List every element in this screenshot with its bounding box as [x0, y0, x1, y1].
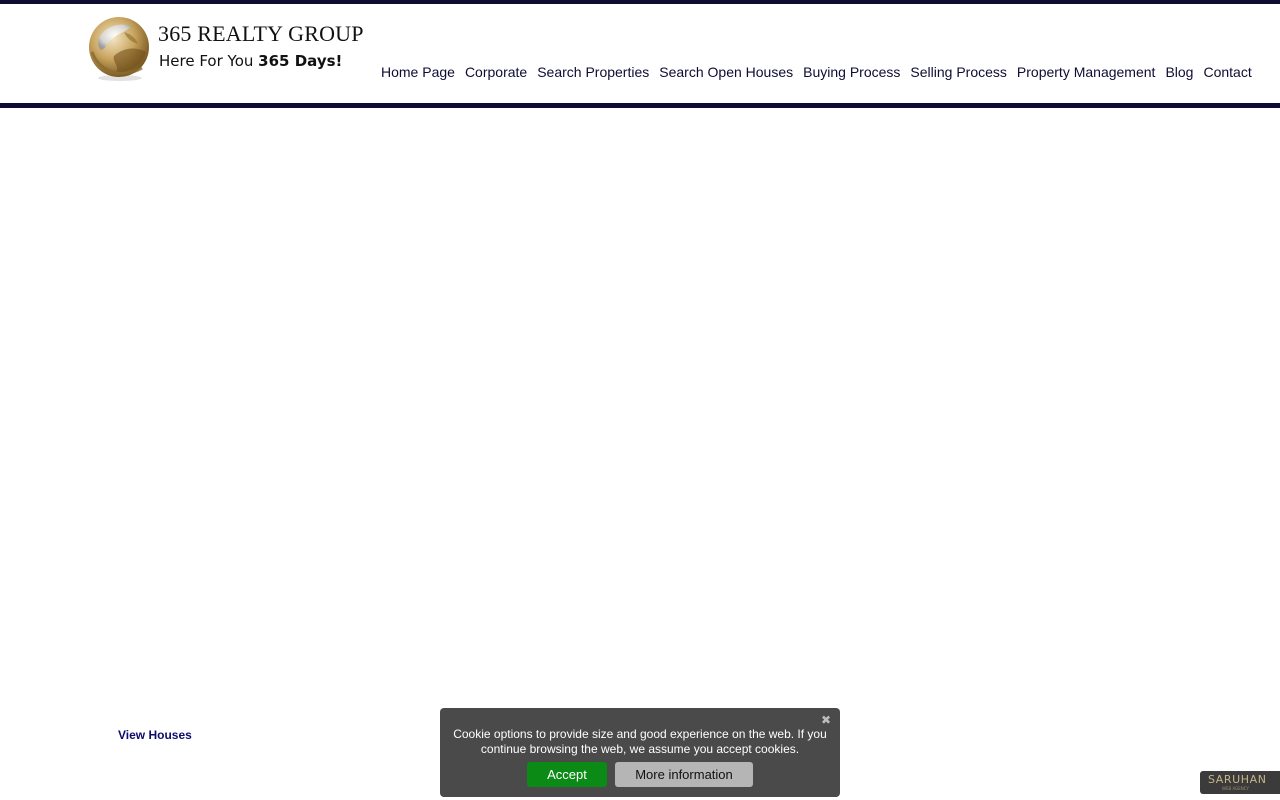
brand-tagline: Here For You 365 Days!	[159, 52, 342, 70]
main-content: View Houses	[0, 108, 1280, 800]
agency-badge-sub: WEB AGENCY	[1222, 786, 1249, 791]
brand-tagline-bold: 365 Days!	[258, 52, 343, 70]
nav-item-search-properties[interactable]: Search Properties	[532, 61, 654, 83]
globe-icon	[89, 17, 149, 81]
site-header: 365 REALTY GROUP Here For You 365 Days! …	[0, 4, 1280, 104]
brand-tagline-prefix: Here For You	[159, 52, 259, 70]
nav-item-home-page[interactable]: Home Page	[376, 61, 460, 83]
site-logo[interactable]: 365 REALTY GROUP Here For You 365 Days!	[84, 12, 364, 84]
nav-item-selling-process[interactable]: Selling Process	[905, 61, 1012, 83]
nav-item-buying-process[interactable]: Buying Process	[798, 61, 905, 83]
nav-item-corporate[interactable]: Corporate	[460, 61, 532, 83]
agency-badge-label: SARUHAN	[1208, 773, 1267, 786]
more-information-button[interactable]: More information	[615, 762, 753, 787]
cookie-banner: ✖ Cookie options to provide size and goo…	[440, 708, 840, 797]
agency-badge[interactable]: SARUHAN WEB AGENCY	[1200, 771, 1280, 794]
brand-name: 365 REALTY GROUP	[158, 21, 364, 46]
nav-item-property-management[interactable]: Property Management	[1012, 61, 1161, 83]
main-nav: Home Page Corporate Search Properties Se…	[376, 61, 1257, 83]
accept-cookies-button[interactable]: Accept	[527, 762, 607, 787]
nav-item-blog[interactable]: Blog	[1160, 61, 1198, 83]
view-houses-link[interactable]: View Houses	[118, 728, 192, 742]
cookie-message: Cookie options to provide size and good …	[453, 727, 827, 756]
nav-item-contact[interactable]: Contact	[1198, 61, 1256, 83]
nav-item-search-open-houses[interactable]: Search Open Houses	[654, 61, 798, 83]
close-icon[interactable]: ✖	[821, 713, 831, 727]
